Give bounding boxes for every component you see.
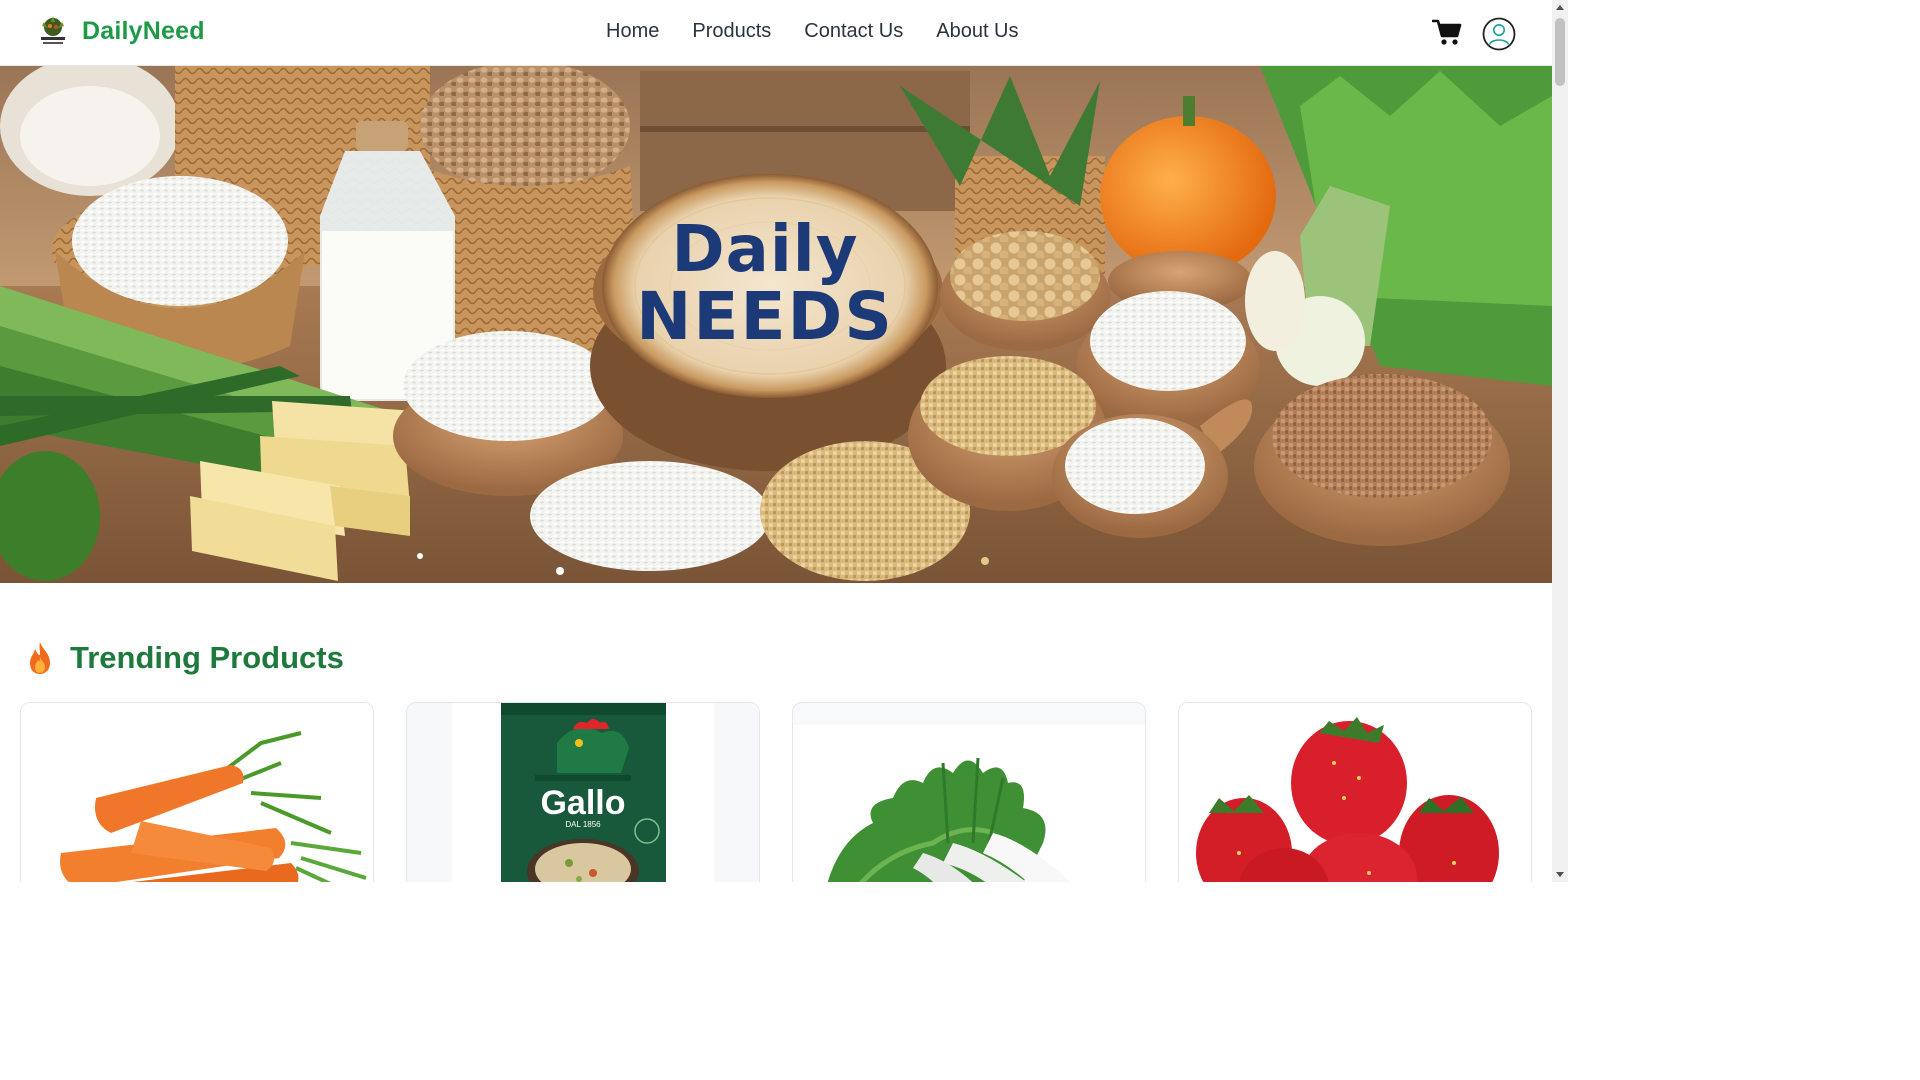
- hero-banner: Daily NEEDS: [0, 66, 1552, 583]
- hero-title-line1: Daily: [671, 213, 859, 287]
- hero-title: Daily NEEDS: [600, 218, 930, 350]
- nav-contact-link[interactable]: Contact Us: [804, 20, 903, 43]
- product-card-carrots[interactable]: [20, 702, 374, 882]
- nav-home-link[interactable]: Home: [606, 20, 659, 43]
- gallo-brand-text: Gallo: [540, 784, 625, 822]
- trending-section-header: Trending Products: [26, 640, 344, 676]
- product-image-carrots: [21, 703, 373, 882]
- fire-icon: [30, 642, 50, 674]
- scrollbar-thumb[interactable]: [1555, 18, 1565, 86]
- main-nav: Home Products Contact Us About Us: [606, 20, 1019, 43]
- user-circle-icon[interactable]: [1482, 17, 1516, 51]
- product-card-gallo-rice[interactable]: Gallo DAL 1856: [406, 702, 760, 882]
- page: DailyNeed Home Products Contact Us About…: [0, 0, 1568, 882]
- product-image-white-radish: [793, 703, 1145, 882]
- scroll-down-arrow-icon[interactable]: [1552, 866, 1568, 882]
- page-scrollbar[interactable]: [1552, 0, 1568, 882]
- product-card-strawberries[interactable]: [1178, 702, 1532, 882]
- hero-title-line2: NEEDS: [636, 278, 894, 355]
- brand-name: DailyNeed: [82, 16, 205, 45]
- trending-products-title: Trending Products: [70, 640, 344, 675]
- nav-about-link[interactable]: About Us: [936, 20, 1018, 43]
- brand[interactable]: DailyNeed: [36, 14, 205, 48]
- gallo-brand-subtext: DAL 1856: [565, 820, 601, 829]
- product-card-white-radish[interactable]: [792, 702, 1146, 882]
- top-navbar: DailyNeed Home Products Contact Us About…: [0, 0, 1552, 66]
- product-image-gallo-rice-box: Gallo DAL 1856: [407, 703, 759, 882]
- scroll-up-arrow-icon[interactable]: [1552, 0, 1568, 16]
- cart-icon[interactable]: [1432, 18, 1462, 46]
- daily-need-logo-icon: [41, 16, 65, 44]
- nav-products-link[interactable]: Products: [692, 20, 771, 43]
- product-image-strawberries: [1179, 703, 1531, 882]
